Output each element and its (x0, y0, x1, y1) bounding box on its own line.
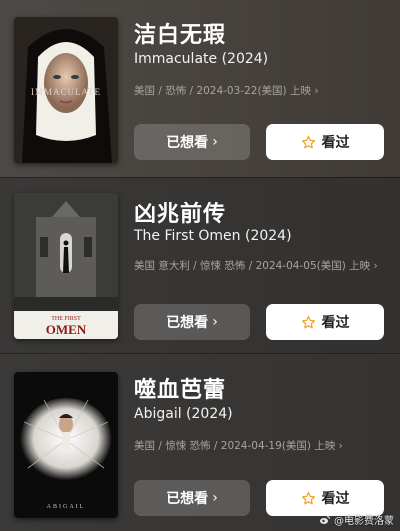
watched-button[interactable]: 看过 (266, 124, 384, 160)
poster-immaculate[interactable]: IMMACULATE (14, 17, 118, 163)
poster-title: OMEN (46, 322, 87, 337)
movie-subtitle: Abigail (2024) (134, 406, 233, 422)
movie-title[interactable]: 凶兆前传 (134, 196, 226, 228)
want-to-watch-button[interactable]: 已想看 › (134, 304, 250, 340)
want-label: 已想看 (166, 491, 209, 507)
watched-label: 看过 (321, 315, 350, 331)
movie-subtitle: The First Omen (2024) (134, 228, 292, 244)
watched-button[interactable]: 看过 (266, 304, 384, 340)
chevron-right-icon: › (212, 134, 218, 150)
movie-meta[interactable]: 美国 意大利 / 惊悚 恐怖 / 2024-04-05(美国) 上映 › (134, 257, 384, 276)
want-label: 已想看 (166, 315, 209, 331)
movie-title[interactable]: 噬血芭蕾 (134, 372, 226, 404)
chevron-right-icon: › (212, 490, 218, 506)
movie-meta[interactable]: 美国 / 恐怖 / 2024-03-22(美国) 上映 › (134, 82, 384, 101)
want-to-watch-button[interactable]: 已想看 › (134, 480, 250, 516)
star-outline-icon (301, 491, 315, 504)
poster-title: ABIGAIL (47, 504, 86, 510)
poster-image: ABIGAIL (14, 372, 118, 518)
chevron-right-icon: › (212, 314, 218, 330)
movie-card[interactable]: IMMACULATE 洁白无瑕 Immaculate (2024) 美国 / 恐… (0, 0, 400, 177)
watched-button[interactable]: 看过 (266, 480, 384, 516)
movie-subtitle: Immaculate (2024) (134, 51, 269, 67)
poster-image: THE FIRST OMEN (14, 193, 118, 339)
star-outline-icon (301, 135, 315, 148)
poster-image: IMMACULATE (14, 17, 118, 163)
watermark-text: @电影费洛蒙 (334, 516, 394, 527)
weibo-logo-icon (320, 515, 330, 524)
movie-title[interactable]: 洁白无瑕 (134, 17, 226, 49)
want-label: 已想看 (166, 135, 209, 151)
watched-label: 看过 (321, 135, 350, 151)
poster-title: IMMACULATE (31, 87, 101, 97)
movie-card[interactable]: THE FIRST OMEN 凶兆前传 The First Omen (2024… (0, 177, 400, 353)
watched-label: 看过 (321, 491, 350, 507)
poster-first-omen[interactable]: THE FIRST OMEN (14, 193, 118, 339)
watermark: @电影费洛蒙 (319, 512, 394, 527)
movie-meta[interactable]: 美国 / 惊悚 恐怖 / 2024-04-19(美国) 上映 › (134, 437, 384, 456)
star-outline-icon (301, 315, 315, 328)
want-to-watch-button[interactable]: 已想看 › (134, 124, 250, 160)
poster-abigail[interactable]: ABIGAIL (14, 372, 118, 518)
divider (0, 353, 400, 354)
divider (0, 177, 400, 178)
movie-card[interactable]: ABIGAIL 噬血芭蕾 Abigail (2024) 美国 / 惊悚 恐怖 /… (0, 353, 400, 531)
